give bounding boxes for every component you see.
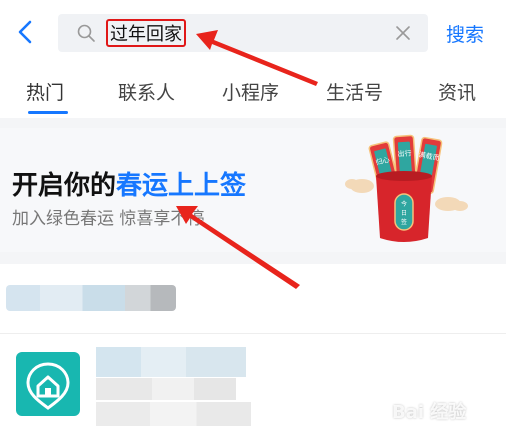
search-icon bbox=[77, 24, 95, 42]
banner-title-highlight: 春运上上签 bbox=[116, 171, 247, 201]
banner-subtitle: 加入绿色春运 惊喜享不停 bbox=[12, 209, 205, 229]
location-home-icon bbox=[26, 362, 70, 410]
list-divider bbox=[0, 333, 506, 334]
top-bar: 过年回家 搜索 bbox=[0, 0, 506, 64]
tab-contacts[interactable]: 联系人 bbox=[118, 78, 175, 105]
search-input[interactable]: 过年回家 bbox=[106, 19, 186, 47]
active-tab-indicator bbox=[28, 111, 68, 114]
blurred-section-title bbox=[6, 285, 176, 311]
category-tabs: 热门 联系人 小程序 生活号 资讯 bbox=[0, 64, 506, 118]
tab-mini-programs[interactable]: 小程序 bbox=[222, 78, 279, 105]
fortune-cup-illustration: 归心 出行 满载而 今 日 签 bbox=[345, 134, 468, 242]
banner-title: 开启你的春运上上签 bbox=[12, 165, 246, 202]
tab-life-accounts[interactable]: 生活号 bbox=[326, 78, 383, 105]
blurred-result-desc bbox=[96, 402, 251, 426]
blurred-result-title bbox=[96, 347, 246, 377]
card-text: 出行 bbox=[397, 148, 412, 158]
svg-text:签: 签 bbox=[401, 218, 407, 226]
watermark: Bai 经验 bbox=[392, 402, 467, 423]
banner-title-prefix: 开启你的 bbox=[12, 171, 117, 201]
section-divider bbox=[0, 252, 506, 264]
section-divider bbox=[0, 118, 506, 128]
svg-text:日: 日 bbox=[401, 210, 407, 217]
search-box[interactable]: 过年回家 bbox=[58, 14, 428, 52]
tab-hot[interactable]: 热门 bbox=[26, 78, 64, 105]
close-icon[interactable] bbox=[394, 24, 412, 42]
blurred-result-desc bbox=[96, 378, 236, 400]
svg-text:今: 今 bbox=[401, 200, 407, 208]
back-chevron-icon[interactable] bbox=[14, 19, 38, 45]
app-icon[interactable] bbox=[16, 352, 80, 416]
search-button[interactable]: 搜索 bbox=[446, 20, 484, 47]
tab-news[interactable]: 资讯 bbox=[438, 78, 476, 105]
